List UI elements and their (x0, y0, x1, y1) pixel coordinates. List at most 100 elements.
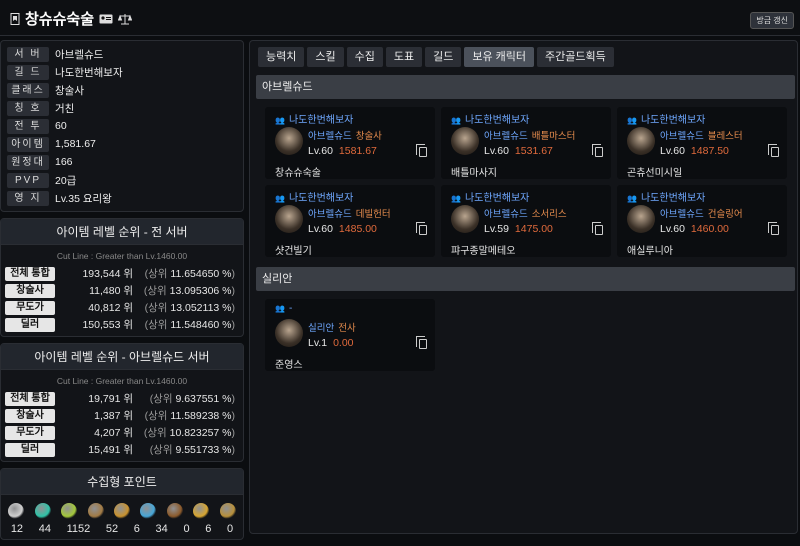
character-server: 실리안 (308, 323, 335, 334)
server-line: 아브렐슈드 데빌헌터 (308, 206, 391, 220)
scale-icon[interactable] (118, 13, 133, 25)
profile-row: 영 지 Lv.35 요리왕 (7, 189, 237, 207)
ranking-row: 무도가 40,812 위 (상위 13.052113 %) (1, 299, 243, 316)
seed-icon[interactable] (61, 503, 78, 519)
copy-icon[interactable] (768, 222, 779, 235)
ranking-row: 창술사 1,387 위 (상위 11.589238 %) (1, 407, 243, 424)
character-name: 퍄구종말메테오 (451, 246, 516, 257)
profile-label: 전 투 (7, 118, 49, 134)
mask-icon[interactable] (166, 503, 183, 519)
tab-6[interactable]: 주간골드획득 (537, 47, 614, 67)
ranking-prefix: (상위 (144, 268, 168, 280)
character-server: 아브렐슈드 (484, 209, 528, 220)
character-level: Lv.59 (484, 223, 509, 235)
ranking-row: 전체 통합 193,544 위 (상위 11.654650 %) (1, 265, 243, 282)
level-line: Lv.60 1485.00 (308, 223, 377, 235)
ranking-category: 창술사 (5, 283, 55, 298)
ranking-prefix: (상위 (144, 410, 168, 422)
profile-row: 칭 호 거친 (7, 99, 237, 117)
ranking-suffix: ) (231, 268, 236, 280)
character-level: Lv.60 (660, 145, 685, 157)
character-avatar (275, 127, 303, 155)
ranking-suffix: ) (231, 444, 236, 456)
copy-icon[interactable] (592, 222, 603, 235)
collect-value: 0 (183, 523, 190, 535)
character-avatar (451, 127, 479, 155)
character-item-level: 0.00 (333, 337, 354, 349)
id-card-icon[interactable] (99, 13, 113, 25)
ranking-percent-value: 9.637551 % (175, 393, 232, 405)
collect-values: 12 44 1152 52 6 34 0 6 0 (1, 519, 243, 539)
tab-3[interactable]: 도표 (385, 47, 423, 67)
copy-icon[interactable] (416, 336, 427, 349)
character-card[interactable]: 👥 - 실리안 전사 Lv.1 0.00 준영스 (265, 299, 435, 371)
globe-icon[interactable] (34, 503, 51, 519)
profile-label: 아이템 (7, 136, 49, 152)
collect-value: 52 (105, 523, 119, 535)
wand-icon[interactable] (113, 503, 130, 519)
character-card[interactable]: 👥 나도한번해보자 아브렐슈드 데빌헌터 Lv.60 1485.00 샷건빌기 (265, 185, 435, 257)
left-sidebar: 서 버 아브렐슈드 길 드 나도한번해보자 클래스 창술사 칭 호 거친 전 투 60 아이템 1,5… (0, 40, 244, 546)
level-line: Lv.60 1487.50 (660, 145, 729, 157)
tab-2[interactable]: 수집 (346, 47, 383, 67)
character-card[interactable]: 👥 나도한번해보자 아브렐슈드 소서리스 Lv.59 1475.00 퍄구종말메테오 (441, 185, 611, 257)
leaf-icon[interactable] (140, 503, 157, 519)
ranking-prefix: (상위 (143, 285, 167, 297)
profile-row: 원정대 166 (7, 153, 237, 171)
ranking-category: 무도가 (5, 300, 55, 315)
ranking-prefix: (상위 (149, 444, 173, 456)
profile-row: 길 드 나도한번해보자 (7, 63, 237, 81)
level-line: Lv.60 1460.00 (660, 223, 729, 235)
refresh-button[interactable]: 방금 갱신 (750, 12, 794, 29)
ranking-rank: 150,553 위 (82, 319, 133, 331)
server-line: 실리안 전사 (308, 320, 356, 334)
hand-icon[interactable] (8, 503, 25, 519)
ranking-all-panel: 아이템 레벨 순위 - 전 서버 Cut Line : Greater than… (0, 218, 244, 337)
ranking-prefix: (상위 (144, 302, 168, 314)
copy-icon[interactable] (592, 144, 603, 157)
coin-icon[interactable] (219, 503, 236, 519)
character-server: 아브렐슈드 (308, 131, 352, 142)
character-card[interactable]: 👥 나도한번해보자 아브렐슈드 건슬링어 Lv.60 1460.00 애실루니아 (617, 185, 787, 257)
ranking-percent-value: 9.551733 % (175, 444, 232, 456)
tab-1[interactable]: 스킬 (307, 47, 344, 67)
guild-line: 👥 - (275, 303, 292, 314)
ranking-all-rows: 전체 통합 193,544 위 (상위 11.654650 %) 창술사 11,480 … (1, 265, 243, 336)
character-name: 애실루니아 (627, 246, 673, 257)
character-card[interactable]: 👥 나도한번해보자 아브렐슈드 배틀마스터 Lv.60 1531.67 배틀마사지 (441, 107, 611, 179)
ranking-percent: (상위 11.548460 %) (133, 317, 239, 332)
character-item-level: 1460.00 (690, 223, 729, 235)
character-class: 창술사 (355, 131, 382, 142)
guild-name: 나도한번해보자 (288, 115, 354, 126)
tab-5[interactable]: 보유 캐릭터 (464, 47, 535, 67)
users-icon: 👥 (451, 116, 461, 125)
group-header: 실리안 (256, 267, 795, 291)
copy-icon[interactable] (416, 222, 427, 235)
character-avatar (451, 205, 479, 233)
ranking-all-title: 아이템 레벨 순위 - 전 서버 (1, 219, 243, 245)
bookmark-icon[interactable] (10, 12, 20, 25)
ranking-suffix: ) (231, 410, 236, 422)
profile-row: 서 버 아브렐슈드 (7, 45, 237, 63)
character-card[interactable]: 👥 나도한번해보자 아브렐슈드 창술사 Lv.60 1581.67 창슈슈숙술 (265, 107, 435, 179)
ranking-row: 딜러 15,491 위 (상위 9.551733 %) (1, 441, 243, 458)
ranking-server-cutline: Cut Line : Greater than Lv.1460.00 (56, 376, 188, 386)
group-header: 아브렐슈드 (256, 75, 795, 99)
star-icon[interactable] (193, 503, 210, 519)
tab-0[interactable]: 능력치 (258, 47, 305, 67)
copy-icon[interactable] (416, 144, 427, 157)
server-line: 아브렐슈드 건슬링어 (660, 206, 743, 220)
ranking-suffix: ) (231, 427, 236, 439)
collect-value: 34 (155, 523, 168, 535)
guild-name: 나도한번해보자 (288, 193, 354, 204)
guild-line: 👥 나도한번해보자 (451, 111, 529, 126)
level-line: Lv.60 1581.67 (308, 145, 377, 157)
copy-icon[interactable] (768, 144, 779, 157)
character-card[interactable]: 👥 나도한번해보자 아브렐슈드 블레스터 Lv.60 1487.50 곤츄선미시일 (617, 107, 787, 179)
ranking-rank: 1,387 위 (94, 410, 133, 422)
scroll-icon[interactable] (87, 503, 104, 519)
tab-4[interactable]: 길드 (425, 47, 462, 67)
character-level: Lv.60 (308, 223, 333, 235)
profile-value: 20급 (55, 174, 77, 187)
collect-value: 6 (205, 523, 212, 535)
